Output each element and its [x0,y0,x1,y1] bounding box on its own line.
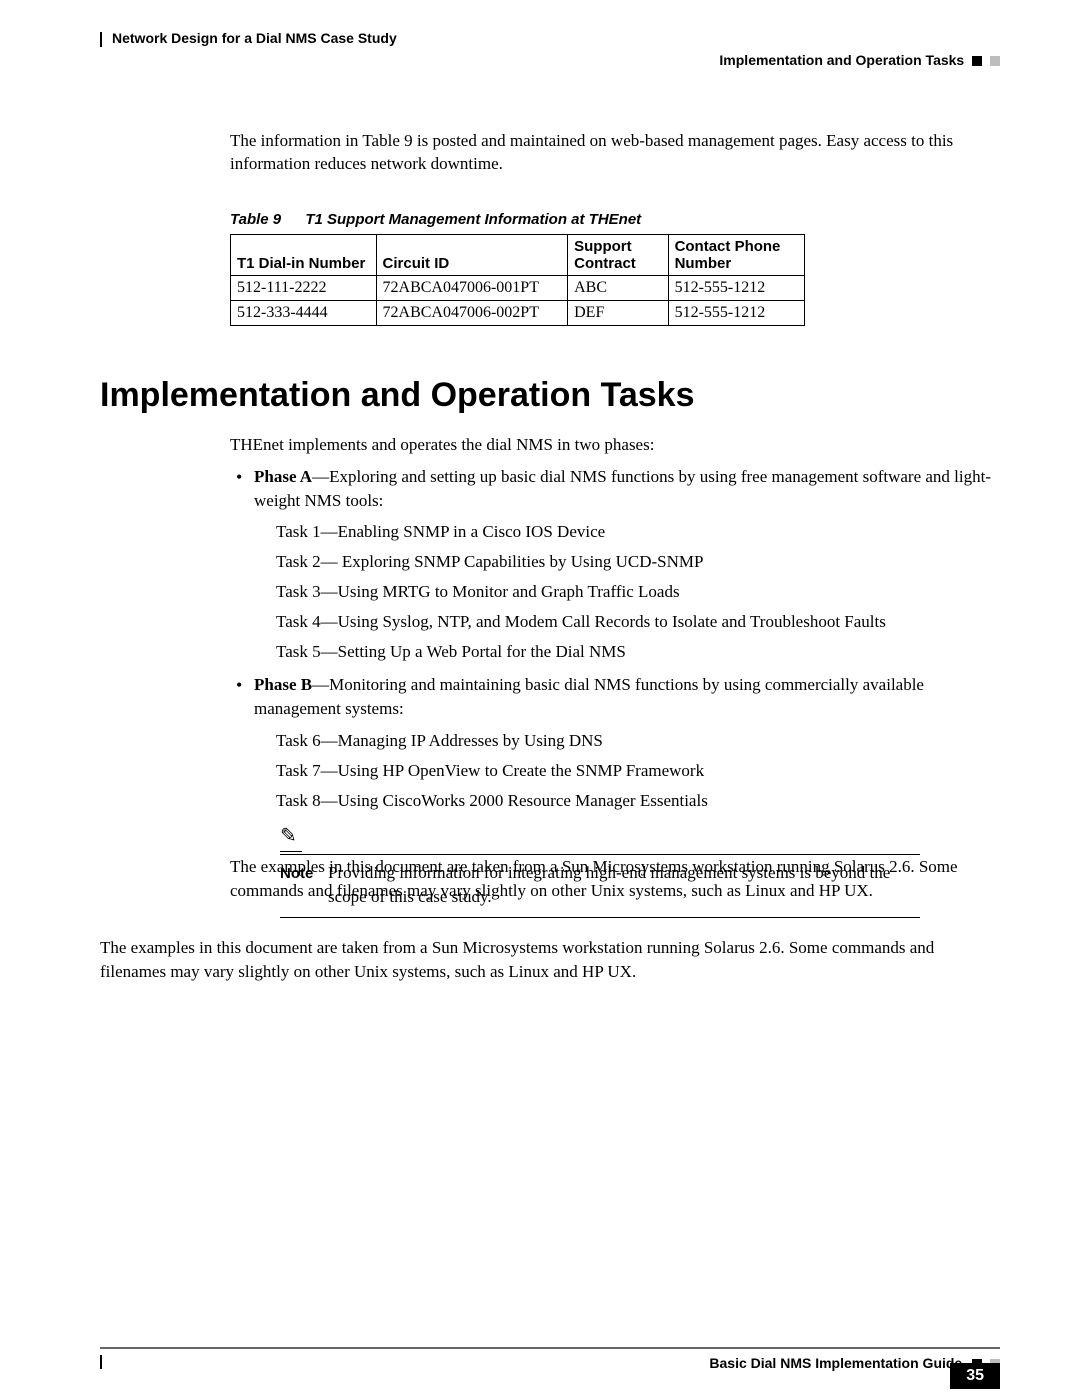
table-caption: Table 9 T1 Support Management Informatio… [230,211,1000,228]
page-footer: Basic Dial NMS Implementation Guide 35 [100,1347,1000,1349]
phase-a: Phase A—Exploring and setting up basic d… [230,465,1000,664]
footer-guide-text: Basic Dial NMS Implementation Guide [709,1355,962,1371]
header-section-text: Implementation and Operation Tasks [719,52,964,68]
task-item: Task 1—Enabling SNMP in a Cisco IOS Devi… [276,520,1000,544]
phase-a-tasks: Task 1—Enabling SNMP in a Cisco IOS Devi… [276,520,1000,663]
task-item: Task 6—Managing IP Addresses by Using DN… [276,729,1000,753]
closing-paragraph: The examples in this document are taken … [230,855,1000,903]
header-square-icon [972,56,982,66]
header-section: Implementation and Operation Tasks [719,52,1000,68]
header-chapter-text: Network Design for a Dial NMS Case Study [112,30,397,46]
phase-b-tasks: Task 6—Managing IP Addresses by Using DN… [276,729,1000,812]
table-cell: 512-111-2222 [231,275,377,300]
support-info-table: T1 Dial-in Number Circuit ID Support Con… [230,234,805,326]
phase-a-desc: —Exploring and setting up basic dial NMS… [254,467,991,510]
table-cell: 512-555-1212 [668,275,804,300]
table-header: Contact Phone Number [668,234,804,275]
pencil-icon [280,826,300,844]
table-cell: ABC [568,275,668,300]
table-label: Table 9 [230,211,281,228]
table-cell: 72ABCA047006-001PT [376,275,568,300]
task-item: Task 7—Using HP OpenView to Create the S… [276,759,1000,783]
intro-paragraph: The information in Table 9 is posted and… [230,130,1000,176]
header-square-icon [990,56,1000,66]
table-row: 512-333-4444 72ABCA047006-002PT DEF 512-… [231,300,805,325]
table-cell: 512-555-1212 [668,300,804,325]
phase-b-label: Phase B [254,675,312,694]
phases-intro: THEnet implements and operates the dial … [230,435,1000,455]
footer-mark-icon [100,1355,108,1369]
phase-b-desc: —Monitoring and maintaining basic dial N… [254,675,924,718]
page-number: 35 [950,1363,1000,1389]
header-chapter: Network Design for a Dial NMS Case Study [100,30,397,47]
phase-a-label: Phase A [254,467,312,486]
table-header: Circuit ID [376,234,568,275]
page-header: Network Design for a Dial NMS Case Study… [100,30,1000,80]
task-item: Task 3—Using MRTG to Monitor and Graph T… [276,580,1000,604]
closing-paragraph: The examples in this document are taken … [100,936,1000,984]
task-item: Task 4—Using Syslog, NTP, and Modem Call… [276,610,1000,634]
table-row: 512-111-2222 72ABCA047006-001PT ABC 512-… [231,275,805,300]
table-header: T1 Dial-in Number [231,234,377,275]
table-cell: 72ABCA047006-002PT [376,300,568,325]
task-item: Task 5—Setting Up a Web Portal for the D… [276,640,1000,664]
table-cell: DEF [568,300,668,325]
section-heading: Implementation and Operation Tasks [100,376,1000,415]
table-header: Support Contract [568,234,668,275]
task-item: Task 8—Using CiscoWorks 2000 Resource Ma… [276,789,1000,813]
table-cell: 512-333-4444 [231,300,377,325]
task-item: Task 2— Exploring SNMP Capabilities by U… [276,550,1000,574]
table-title: T1 Support Management Information at THE… [305,211,641,228]
